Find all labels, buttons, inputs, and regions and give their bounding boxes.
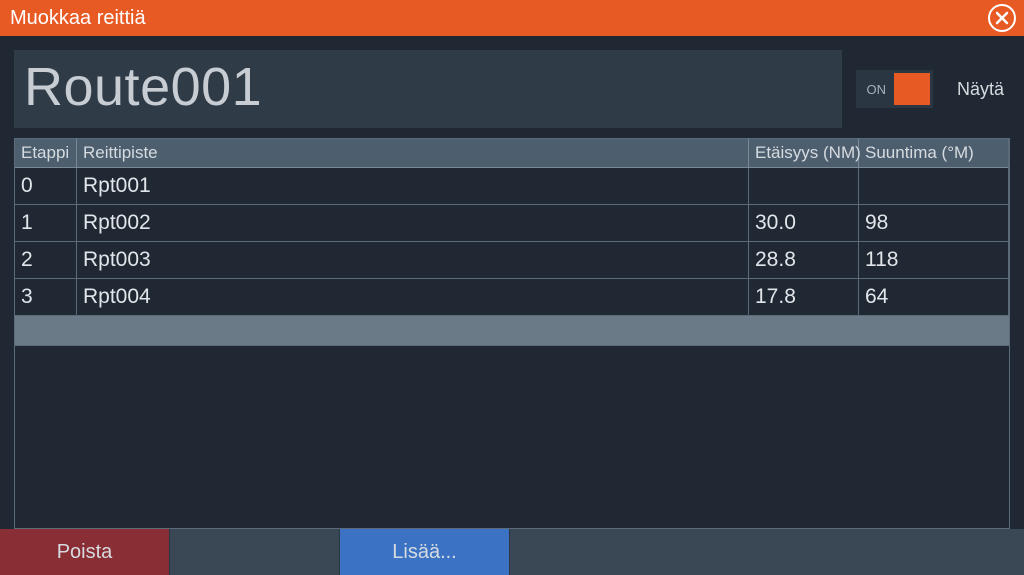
cell-waypoint: Rpt003: [77, 242, 749, 279]
table-row[interactable]: 0 Rpt001: [15, 168, 1009, 205]
table-row[interactable]: 2 Rpt003 28.8 118: [15, 242, 1009, 279]
col-distance: Etäisyys (NM): [749, 139, 859, 168]
toggle-thumb: [894, 73, 930, 105]
table-row[interactable]: 1 Rpt002 30.0 98: [15, 205, 1009, 242]
cell-bearing: [859, 168, 1009, 205]
route-name-input[interactable]: [14, 50, 842, 128]
titlebar: Muokkaa reittiä: [0, 0, 1024, 36]
waypoint-table: Etappi Reittipiste Etäisyys (NM) Suuntim…: [14, 138, 1010, 529]
cell-distance: 30.0: [749, 205, 859, 242]
cell-waypoint: Rpt004: [77, 279, 749, 316]
close-icon: [995, 11, 1009, 25]
cell-bearing: 98: [859, 205, 1009, 242]
col-leg: Etappi: [15, 139, 77, 168]
content-area: ON Näytä Etappi Reittipiste Etäisyys (NM…: [0, 36, 1024, 529]
footer-spacer: [170, 529, 340, 575]
cell-leg: 3: [15, 279, 77, 316]
col-waypoint: Reittipiste: [77, 139, 749, 168]
toggle-on-label: ON: [866, 82, 886, 97]
add-button[interactable]: Lisää...: [340, 529, 510, 575]
cell-bearing: 64: [859, 279, 1009, 316]
cell-distance: 28.8: [749, 242, 859, 279]
show-toggle[interactable]: ON: [856, 70, 933, 108]
delete-button[interactable]: Poista: [0, 529, 170, 575]
footer-bar: Poista Lisää...: [0, 529, 1024, 575]
top-row: ON Näytä: [14, 50, 1010, 128]
cell-bearing: 118: [859, 242, 1009, 279]
cell-leg: 1: [15, 205, 77, 242]
cell-leg: 2: [15, 242, 77, 279]
window-title: Muokkaa reittiä: [10, 7, 988, 30]
delete-button-label: Poista: [57, 541, 113, 564]
col-bearing: Suuntima (°M): [859, 139, 1009, 168]
cell-distance: 17.8: [749, 279, 859, 316]
table-filler: [15, 346, 1009, 528]
table-row[interactable]: 3 Rpt004 17.8 64: [15, 279, 1009, 316]
close-button[interactable]: [988, 4, 1016, 32]
show-label: Näytä: [957, 79, 1004, 100]
cell-distance: [749, 168, 859, 205]
footer-filler: [510, 529, 1024, 575]
cell-leg: 0: [15, 168, 77, 205]
cell-waypoint: Rpt001: [77, 168, 749, 205]
table-empty-row[interactable]: [15, 316, 1009, 346]
add-button-label: Lisää...: [392, 541, 456, 564]
cell-waypoint: Rpt002: [77, 205, 749, 242]
table-header: Etappi Reittipiste Etäisyys (NM) Suuntim…: [15, 139, 1009, 168]
